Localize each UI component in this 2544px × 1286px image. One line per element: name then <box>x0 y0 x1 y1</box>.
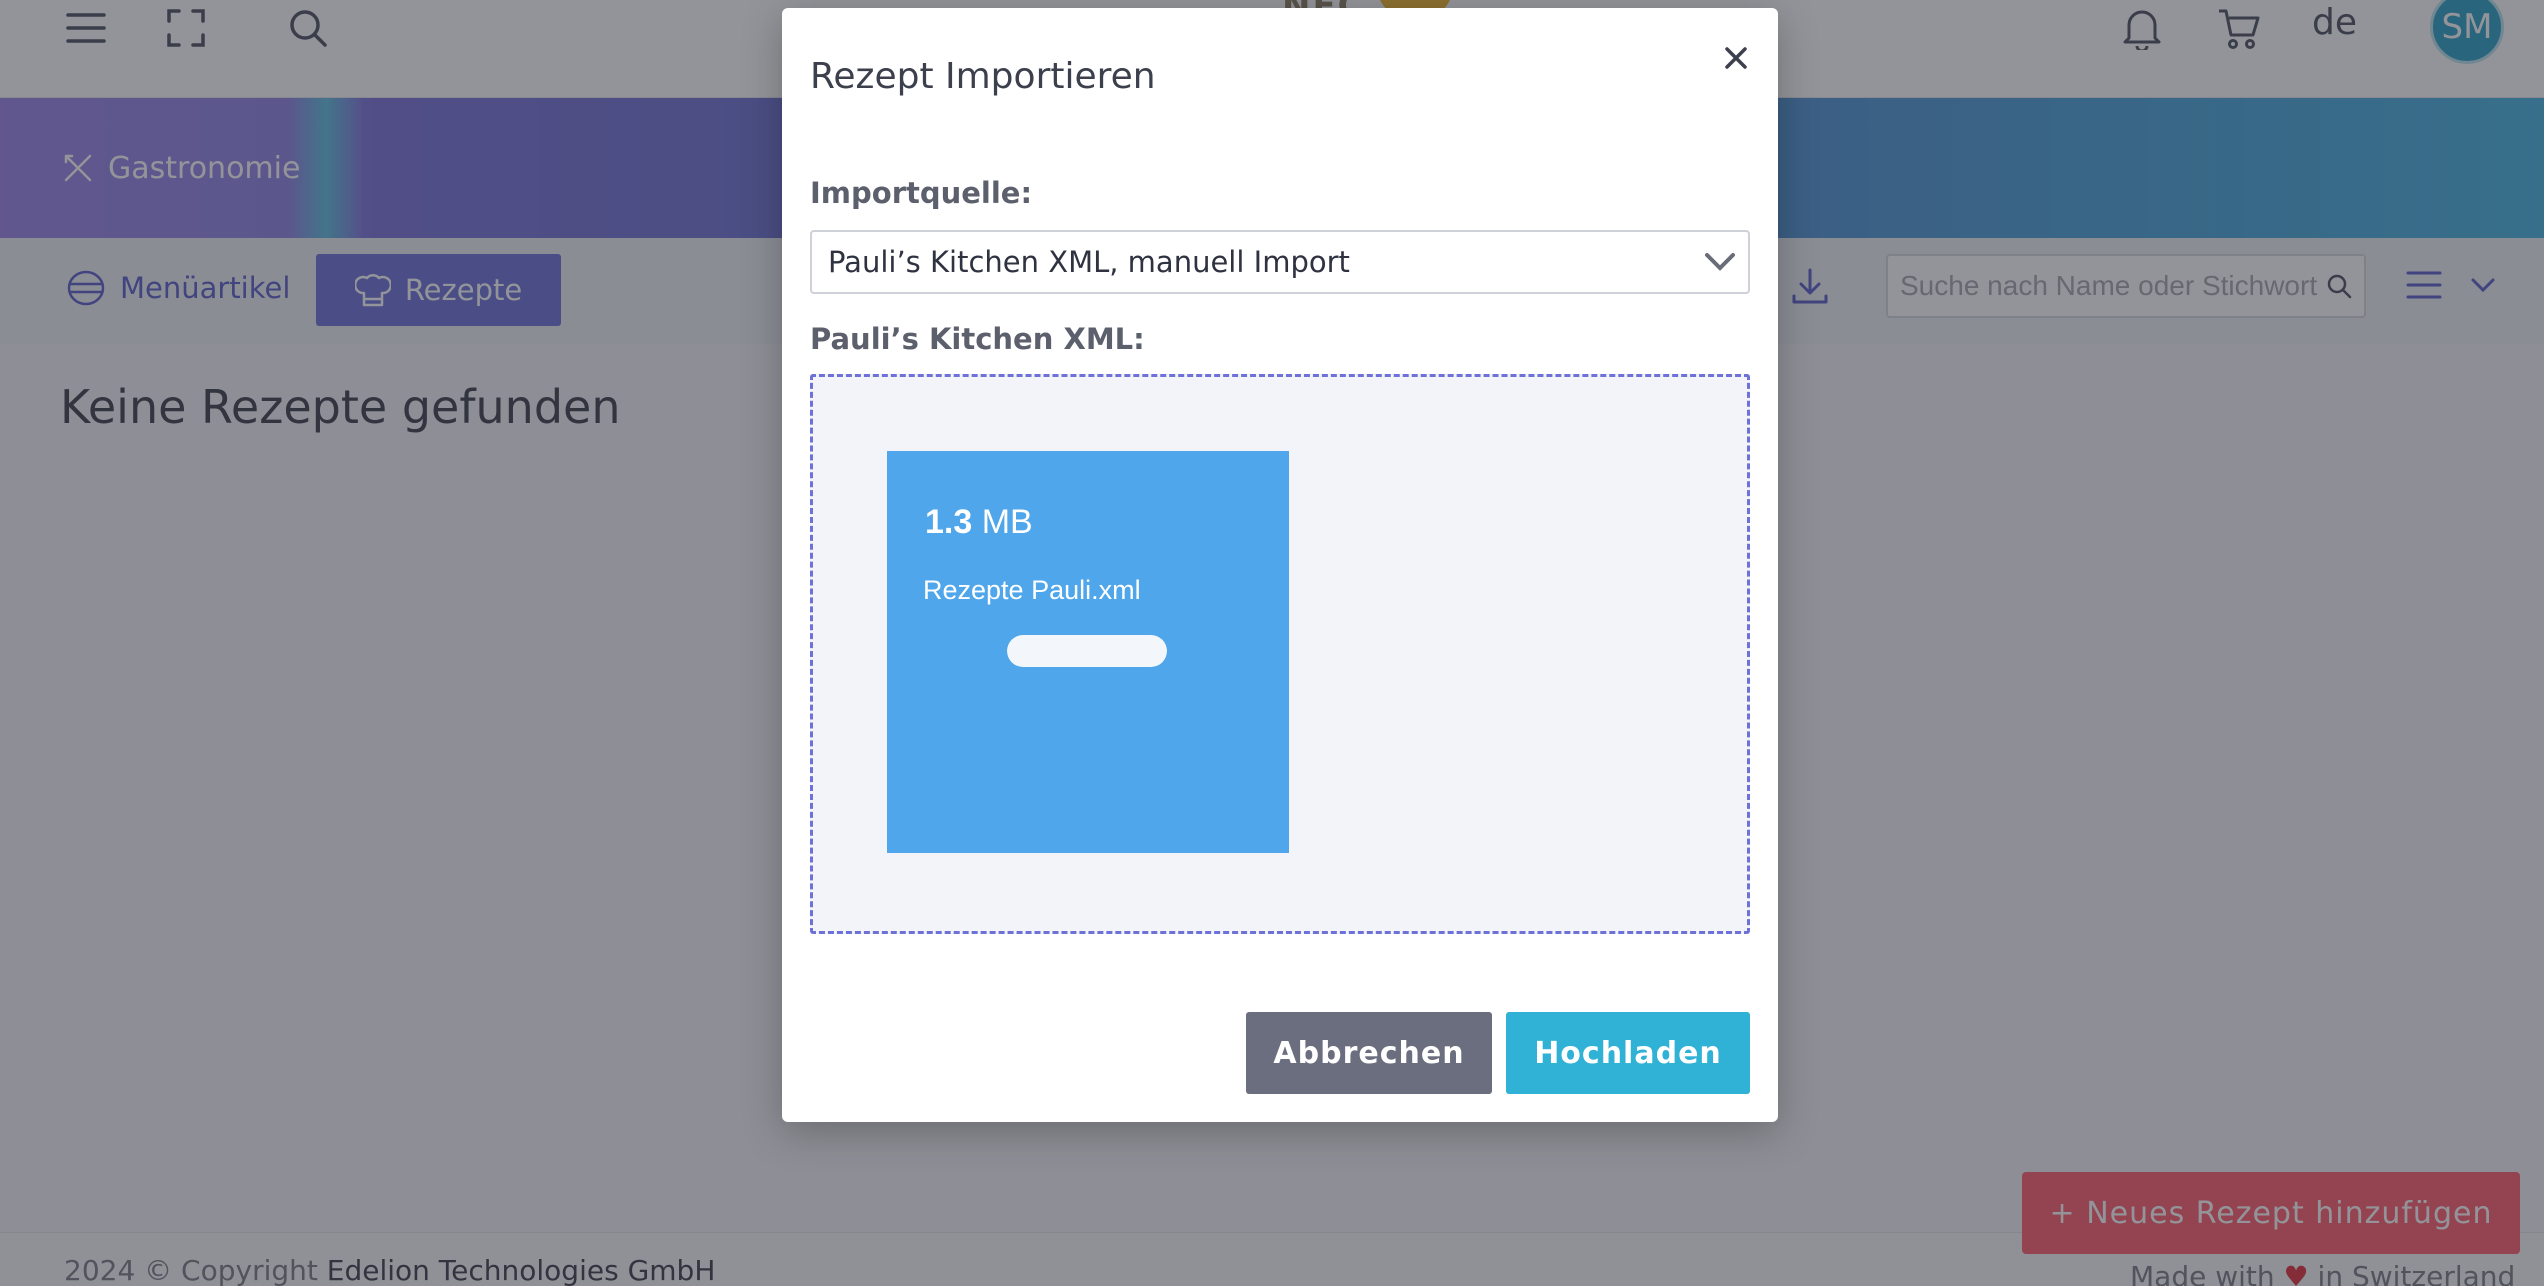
import-recipe-modal: Rezept Importieren Importquelle: Pauli’s… <box>782 8 1778 1122</box>
import-source-value: Pauli’s Kitchen XML, manuell Import <box>828 245 1350 279</box>
file-dropzone[interactable]: 1.3 MB Rezepte Pauli.xml <box>810 374 1750 934</box>
upload-progress-fill <box>1007 635 1167 667</box>
chevron-down-icon <box>1704 246 1736 278</box>
upload-button[interactable]: Hochladen <box>1506 1012 1750 1094</box>
import-source-label: Importquelle: <box>810 176 1033 210</box>
modal-title: Rezept Importieren <box>810 56 1156 97</box>
file-size-unit: MB <box>981 503 1033 541</box>
close-icon[interactable] <box>1722 44 1750 72</box>
upload-progress-bar <box>1007 635 1167 667</box>
file-name: Rezepte Pauli.xml <box>923 575 1141 605</box>
file-size-value: 1.3 <box>925 503 973 541</box>
cancel-button[interactable]: Abbrechen <box>1246 1012 1492 1094</box>
file-label: Pauli’s Kitchen XML: <box>810 322 1145 356</box>
import-source-select[interactable]: Pauli’s Kitchen XML, manuell Import <box>810 230 1750 294</box>
file-size: 1.3 MB <box>925 503 1033 542</box>
file-preview: 1.3 MB Rezepte Pauli.xml <box>887 451 1289 853</box>
